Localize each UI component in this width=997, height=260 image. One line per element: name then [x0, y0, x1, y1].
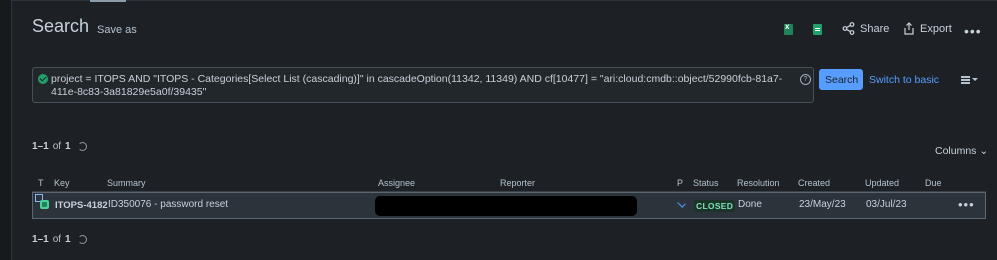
created-date: 23/May/23	[799, 199, 846, 210]
save-as-button[interactable]: Save as	[97, 24, 137, 36]
results-total: 1	[65, 141, 71, 152]
header-due[interactable]: Due	[925, 178, 942, 188]
header-status[interactable]: Status	[693, 178, 719, 188]
results-range: 1–1	[32, 141, 49, 152]
chevron-down-icon: ⌄	[979, 145, 989, 157]
header-assignee[interactable]: Assignee	[378, 178, 415, 188]
results-total-bottom: 1	[65, 234, 71, 245]
refresh-icon[interactable]	[77, 235, 87, 244]
row-actions-button[interactable]: •••	[958, 197, 975, 212]
export-button[interactable]: Export	[903, 22, 952, 35]
jql-editor[interactable]: project = ITOPS AND "ITOPS - Categories[…	[32, 67, 814, 103]
page-title: Search	[32, 16, 90, 36]
top-border	[0, 0, 997, 1]
refresh-icon[interactable]	[77, 142, 87, 151]
redacted-assignee-reporter	[375, 196, 637, 216]
header-reporter[interactable]: Reporter	[500, 178, 535, 188]
table-row[interactable]: ITOPS-4182 ID350076 - password reset CLO…	[32, 192, 986, 219]
header-summary[interactable]: Summary	[107, 178, 146, 188]
results-count-bottom: 1–1 of 1	[32, 234, 87, 245]
issue-key-link[interactable]: ITOPS-4182	[55, 200, 108, 211]
share-icon	[842, 22, 855, 35]
columns-label: Columns	[935, 145, 977, 157]
help-icon[interactable]: ?	[800, 74, 811, 85]
jql-query-text[interactable]: project = ITOPS AND "ITOPS - Categories[…	[51, 73, 803, 99]
export-label: Export	[920, 22, 952, 35]
header-updated[interactable]: Updated	[865, 178, 899, 188]
document-export-icon[interactable]	[813, 24, 822, 35]
header-created[interactable]: Created	[798, 178, 830, 188]
resolution-value: Done	[738, 199, 762, 210]
switch-to-basic-link[interactable]: Switch to basic	[869, 74, 939, 86]
status-badge: CLOSED	[694, 200, 736, 212]
active-tab-indicator	[90, 0, 126, 2]
header-key[interactable]: Key	[54, 178, 70, 188]
search-button[interactable]: Search	[819, 69, 863, 90]
updated-date: 03/Jul/23	[866, 199, 907, 210]
list-view-icon[interactable]	[961, 76, 978, 84]
header-priority[interactable]: P	[677, 178, 683, 188]
excel-export-icon[interactable]	[784, 22, 793, 35]
valid-query-check-icon	[38, 74, 48, 84]
issue-summary-link[interactable]: ID350076 - password reset	[108, 199, 228, 210]
more-actions-button[interactable]: •••	[964, 23, 982, 39]
header-resolution[interactable]: Resolution	[737, 178, 780, 188]
share-button[interactable]: Share	[842, 22, 889, 35]
results-range-bottom: 1–1	[32, 234, 49, 245]
results-count-top: 1–1 of 1	[32, 141, 87, 152]
share-label: Share	[860, 22, 890, 35]
table-header: T Key Summary Assignee Reporter P Status…	[32, 175, 986, 192]
left-sidebar-strip	[0, 0, 12, 260]
export-icon	[904, 22, 914, 35]
issue-type-icon	[40, 200, 49, 209]
results-of-label-bottom: of	[52, 234, 62, 245]
header-type[interactable]: T	[38, 178, 44, 188]
results-of-label: of	[52, 141, 62, 152]
columns-dropdown[interactable]: Columns ⌄	[935, 145, 988, 157]
priority-low-icon	[677, 199, 686, 208]
